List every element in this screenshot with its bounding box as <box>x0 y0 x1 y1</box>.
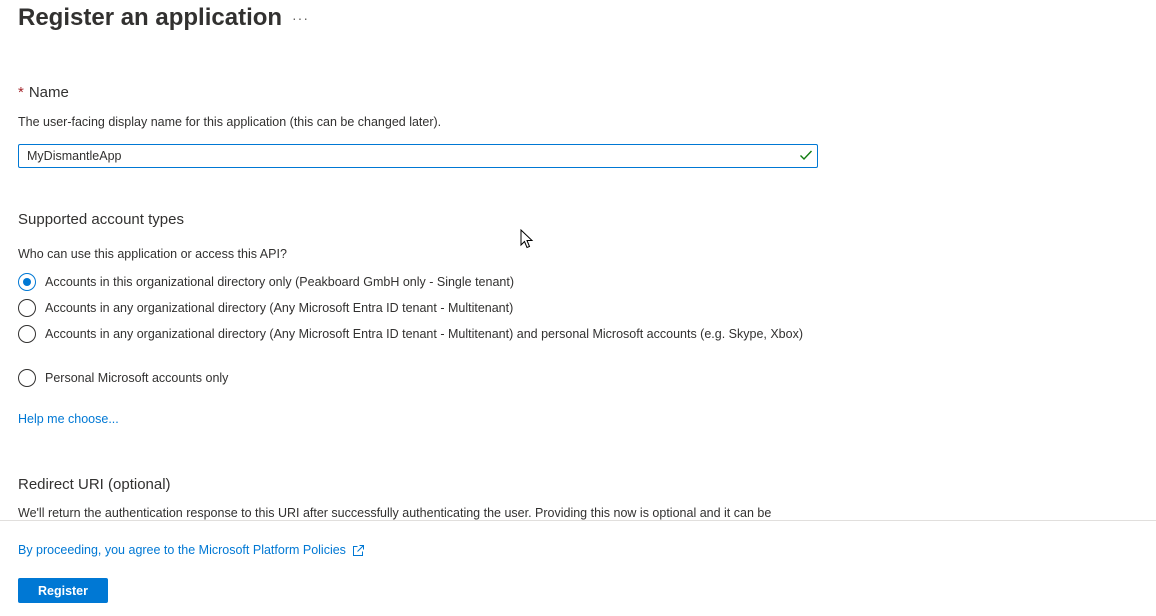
registration-form: Register an application ··· * Name The us… <box>0 0 1156 520</box>
account-option-label: Accounts in this organizational director… <box>45 275 514 289</box>
account-option-label: Accounts in any organizational directory… <box>45 327 803 341</box>
required-marker: * <box>18 84 24 101</box>
radio-button[interactable] <box>18 325 36 343</box>
redirect-uri-description: We'll return the authentication response… <box>18 506 772 520</box>
account-types-heading: Supported account types <box>18 211 184 228</box>
account-option-personal[interactable]: Personal Microsoft accounts only <box>18 369 805 387</box>
register-button[interactable]: Register <box>18 578 108 603</box>
checkmark-icon <box>800 150 813 161</box>
account-option-multitenant-personal[interactable]: Accounts in any organizational directory… <box>18 325 805 343</box>
radio-button[interactable] <box>18 369 36 387</box>
radio-button-selected[interactable] <box>18 273 36 291</box>
page-title: Register an application <box>18 4 283 31</box>
name-field <box>18 144 818 168</box>
footer-divider <box>0 520 1156 521</box>
name-label: * Name <box>18 84 69 101</box>
account-option-multitenant[interactable]: Accounts in any organizational directory… <box>18 299 805 317</box>
platform-policies-link[interactable]: By proceeding, you agree to the Microsof… <box>18 543 365 557</box>
account-option-label: Personal Microsoft accounts only <box>45 371 229 385</box>
name-input[interactable] <box>19 145 789 167</box>
account-option-label: Accounts in any organizational directory… <box>45 301 514 315</box>
name-description: The user-facing display name for this ap… <box>18 115 442 129</box>
mouse-cursor-icon <box>520 229 534 249</box>
radio-button[interactable] <box>18 299 36 317</box>
platform-policies-text: By proceeding, you agree to the Microsof… <box>18 543 346 557</box>
redirect-uri-heading: Redirect URI (optional) <box>18 476 171 493</box>
account-option-single-tenant[interactable]: Accounts in this organizational director… <box>18 273 805 291</box>
ellipsis-icon[interactable]: ··· <box>292 10 309 26</box>
account-types-question: Who can use this application or access t… <box>18 247 287 261</box>
name-label-text: Name <box>28 84 69 101</box>
help-me-choose-link[interactable]: Help me choose... <box>18 412 119 426</box>
external-link-icon <box>352 544 364 556</box>
